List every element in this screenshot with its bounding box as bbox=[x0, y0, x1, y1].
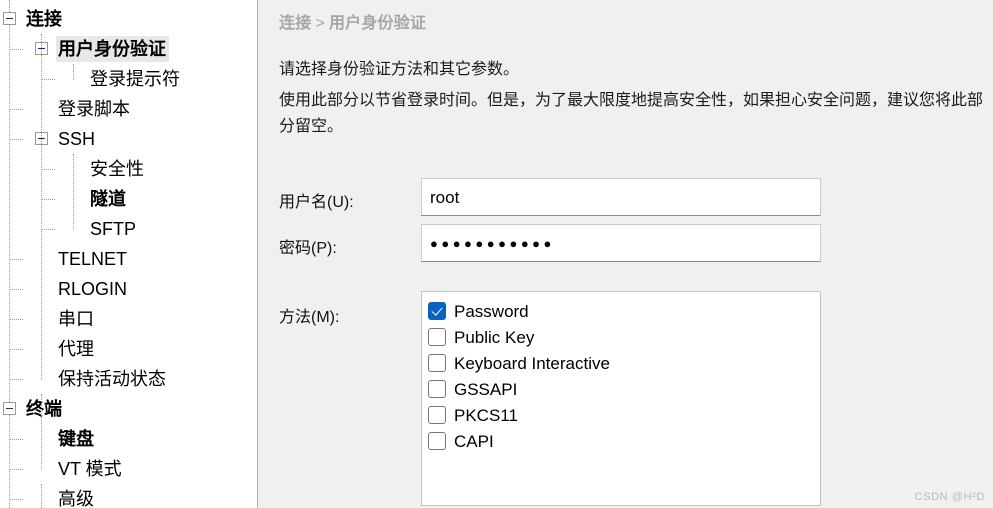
method-label: CAPI bbox=[454, 431, 494, 451]
tree-item[interactable]: 保持活动状态 bbox=[0, 364, 257, 394]
method-row[interactable]: CAPI bbox=[428, 428, 820, 454]
method-label: PKCS11 bbox=[454, 405, 518, 425]
breadcrumb-current: 用户身份验证 bbox=[328, 15, 427, 32]
password-value: ●●●●●●●●●●● bbox=[430, 235, 555, 251]
tree-item[interactable]: RLOGIN bbox=[0, 274, 257, 304]
username-label: 用户名(U): bbox=[279, 194, 354, 211]
tree-item[interactable]: 键盘 bbox=[0, 424, 257, 454]
category-tree[interactable]: 连接用户身份验证登录提示符登录脚本 SSH 安全性隧道 SFTP TELNET RLOGI… bbox=[0, 0, 257, 508]
checkbox-unchecked-icon[interactable] bbox=[428, 328, 446, 346]
tree-item-label: 代理 bbox=[58, 339, 94, 359]
tree-item[interactable]: 隧道 bbox=[0, 184, 257, 214]
tree-item[interactable]: 连接 bbox=[0, 4, 257, 34]
checkbox-unchecked-icon[interactable] bbox=[428, 432, 446, 450]
tree-connector bbox=[10, 439, 23, 441]
username-input[interactable]: root bbox=[421, 178, 821, 216]
method-label: Keyboard Interactive bbox=[454, 353, 610, 373]
tree-item-label: SFTP bbox=[90, 219, 137, 239]
tree-connector bbox=[10, 289, 23, 291]
tree-item[interactable]: 终端 bbox=[0, 394, 257, 424]
tree-item-label: 高级 bbox=[58, 489, 94, 508]
tree-connector bbox=[42, 229, 55, 231]
tree-connector bbox=[10, 49, 23, 51]
tree-item-label: 串口 bbox=[58, 309, 94, 329]
breadcrumb-root: 连接 bbox=[279, 15, 312, 32]
tree-item[interactable]: 高级 bbox=[0, 484, 257, 508]
tree-connector bbox=[10, 259, 23, 261]
tree-connector bbox=[10, 319, 23, 321]
breadcrumb-separator: > bbox=[315, 15, 325, 32]
checkbox-unchecked-icon[interactable] bbox=[428, 406, 446, 424]
tree-item-label: 保持活动状态 bbox=[58, 369, 166, 389]
password-label: 密码(P): bbox=[279, 240, 337, 257]
method-label: GSSAPI bbox=[454, 379, 518, 399]
breadcrumb: 连接 > 用户身份验证 bbox=[279, 9, 426, 33]
method-list[interactable]: Password Public Key Keyboard Interactive GS… bbox=[421, 291, 821, 506]
username-value: root bbox=[430, 187, 460, 207]
tree-collapse-icon[interactable] bbox=[3, 402, 16, 415]
tree-item[interactable]: TELNET bbox=[0, 244, 257, 274]
method-row[interactable]: PKCS11 bbox=[428, 402, 820, 428]
category-tree-panel[interactable]: 连接用户身份验证登录提示符登录脚本 SSH 安全性隧道 SFTP TELNET RLOGI… bbox=[0, 0, 258, 508]
tree-item[interactable]: SSH bbox=[0, 124, 257, 154]
tree-item-label: SSH bbox=[58, 129, 96, 149]
tree-item-label: RLOGIN bbox=[58, 279, 128, 299]
tree-item[interactable]: 登录脚本 bbox=[0, 94, 257, 124]
tree-item-label: 用户身份验证 bbox=[56, 36, 169, 62]
description-line-1: 请选择身份验证方法和其它参数。 bbox=[279, 61, 520, 78]
method-row[interactable]: Password bbox=[428, 298, 820, 324]
tree-item-label: VT 模式 bbox=[58, 459, 122, 479]
tree-connector bbox=[42, 199, 55, 201]
tree-item[interactable]: 用户身份验证 bbox=[0, 34, 257, 64]
description-line-2: 使用此部分以节省登录时间。但是，为了最大限度地提高安全性，如果担心安全问题，建议… bbox=[279, 92, 984, 135]
tree-connector bbox=[42, 79, 55, 81]
tree-connector bbox=[10, 109, 23, 111]
tree-item-label: 键盘 bbox=[58, 429, 94, 449]
tree-connector bbox=[42, 169, 55, 171]
tree-item-label: 连接 bbox=[26, 9, 62, 29]
tree-item-label: 终端 bbox=[26, 399, 62, 419]
checkbox-unchecked-icon[interactable] bbox=[428, 354, 446, 372]
tree-item-label: 安全性 bbox=[90, 159, 144, 179]
tree-collapse-icon[interactable] bbox=[35, 42, 48, 55]
tree-connector bbox=[10, 379, 23, 381]
tree-item[interactable]: 安全性 bbox=[0, 154, 257, 184]
tree-collapse-icon[interactable] bbox=[3, 12, 16, 25]
tree-item[interactable]: SFTP bbox=[0, 214, 257, 244]
watermark: CSDN @H²D bbox=[914, 491, 985, 503]
settings-content-panel: 连接 > 用户身份验证 请选择身份验证方法和其它参数。 使用此部分以节省登录时间。但… bbox=[258, 0, 993, 508]
tree-connector bbox=[10, 499, 23, 501]
method-row[interactable]: GSSAPI bbox=[428, 376, 820, 402]
tree-item-label: 隧道 bbox=[90, 189, 126, 209]
method-row[interactable]: Public Key bbox=[428, 324, 820, 350]
tree-item-label: 登录脚本 bbox=[58, 99, 130, 119]
tree-item-label: 登录提示符 bbox=[90, 69, 180, 89]
tree-item-label: TELNET bbox=[58, 249, 128, 269]
password-input[interactable]: ●●●●●●●●●●● bbox=[421, 224, 821, 262]
checkbox-unchecked-icon[interactable] bbox=[428, 380, 446, 398]
tree-item[interactable]: 代理 bbox=[0, 334, 257, 364]
tree-item[interactable]: 登录提示符 bbox=[0, 64, 257, 94]
tree-connector bbox=[10, 349, 23, 351]
tree-connector bbox=[10, 139, 23, 141]
method-label: 方法(M): bbox=[279, 309, 340, 326]
tree-connector bbox=[10, 469, 23, 471]
checkbox-checked-icon[interactable] bbox=[428, 302, 446, 320]
tree-item[interactable]: 串口 bbox=[0, 304, 257, 334]
tree-item[interactable]: VT 模式 bbox=[0, 454, 257, 484]
method-label: Public Key bbox=[454, 327, 535, 347]
method-label: Password bbox=[454, 301, 529, 321]
tree-collapse-icon[interactable] bbox=[35, 132, 48, 145]
settings-dialog: 连接 用户身份验证 登录提示符 登录脚本 SSH 安全性 隧道 SFTP TELNET RLOGI… bbox=[0, 0, 993, 508]
method-row[interactable]: Keyboard Interactive bbox=[428, 350, 820, 376]
